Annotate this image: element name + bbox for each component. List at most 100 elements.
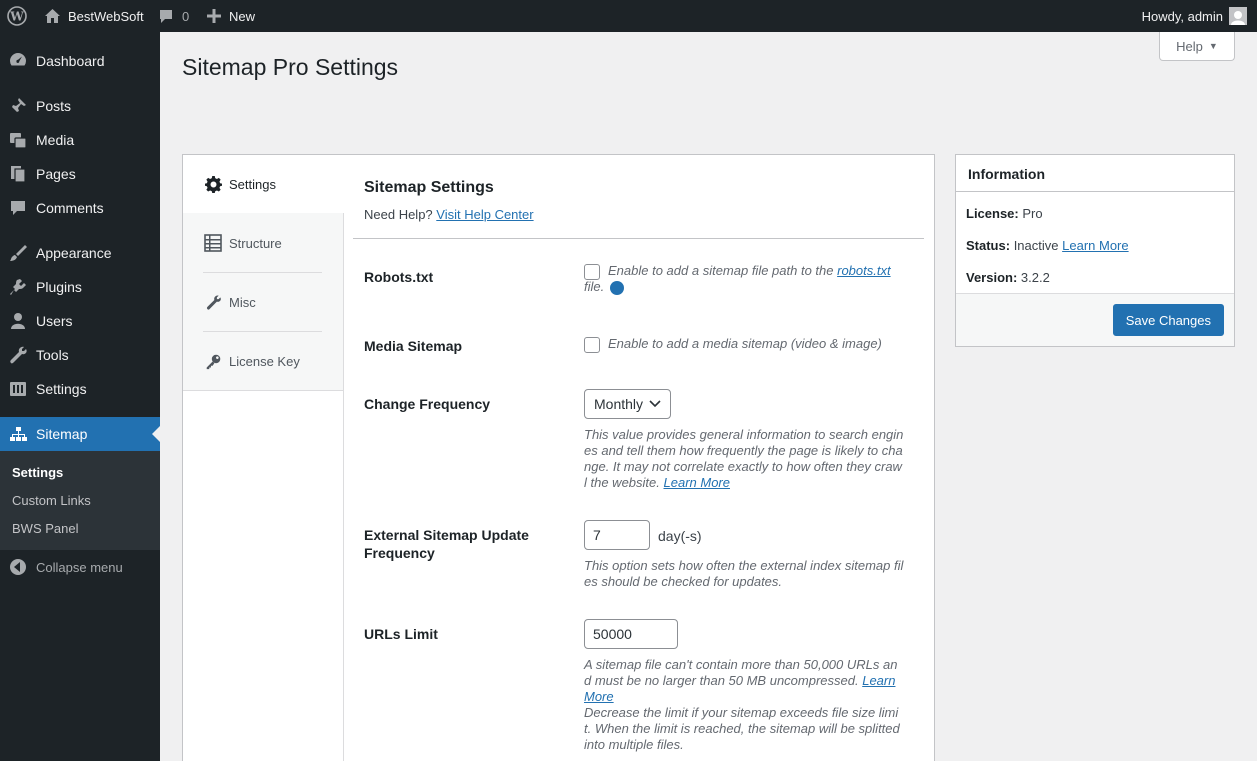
menu-item-settings[interactable]: Settings: [0, 372, 160, 406]
media-sitemap-checkbox[interactable]: [584, 337, 600, 353]
my-account-link[interactable]: Howdy, admin: [1142, 0, 1247, 32]
robots-desc-before: Enable to add a sitemap file path to the: [608, 263, 838, 278]
submenu-item-settings[interactable]: Settings: [12, 465, 63, 480]
urls-limit-label: URLs Limit: [364, 626, 438, 642]
sitemap-icon: [0, 424, 36, 444]
menu-item-tools[interactable]: Tools: [0, 338, 160, 372]
submenu-item-custom-links[interactable]: Custom Links: [12, 493, 91, 508]
menu-label: Tools: [36, 347, 69, 363]
menu-item-posts[interactable]: Posts: [0, 89, 160, 123]
status-learn-more-link[interactable]: Learn More: [1062, 238, 1128, 253]
information-divider: [956, 191, 1234, 192]
change-frequency-select[interactable]: Monthly: [584, 389, 671, 419]
svg-text:W: W: [9, 10, 24, 24]
menu-item-appearance[interactable]: Appearance: [0, 236, 160, 270]
frequency-desc-text: This value provides general information …: [584, 427, 904, 490]
key-icon: [204, 352, 222, 370]
plus-icon: [207, 9, 221, 23]
help-tab-button[interactable]: Help ▼: [1159, 32, 1235, 61]
change-frequency-label: Change Frequency: [364, 396, 491, 412]
page-title: Sitemap Pro Settings: [182, 54, 399, 80]
urls-desc-text-2: Decrease the limit if your sitemap excee…: [584, 705, 900, 752]
plugin-icon: [0, 277, 36, 297]
save-changes-button[interactable]: Save Changes: [1112, 304, 1224, 336]
menu-item-users[interactable]: Users: [0, 304, 160, 338]
caret-down-icon: ▼: [1208, 41, 1218, 51]
wordpress-logo-icon[interactable]: W: [7, 0, 27, 32]
wrench-icon: [204, 293, 222, 311]
collapse-menu-button[interactable]: Collapse menu: [0, 550, 160, 584]
license-value: Pro: [1022, 206, 1043, 221]
frequency-value: Monthly: [594, 396, 644, 412]
help-question-icon[interactable]: ?: [610, 280, 632, 295]
license-line: License: Pro: [966, 206, 1043, 221]
menu-item-pages[interactable]: Pages: [0, 157, 160, 191]
tab-label: License Key: [229, 353, 300, 369]
version-label: Version:: [966, 270, 1018, 285]
settings-icon: [0, 379, 36, 399]
settings-panel: Settings Structure Misc License Key Site…: [182, 154, 935, 761]
tab-structure[interactable]: Structure: [183, 214, 344, 272]
tab-label: Misc: [229, 294, 256, 310]
menu-label: Appearance: [36, 245, 112, 261]
site-name: BestWebSoft: [68, 8, 144, 24]
robots-txt-link[interactable]: robots.txt: [837, 263, 890, 278]
menu-item-dashboard[interactable]: Dashboard: [0, 44, 160, 78]
information-panel: Information License: Pro Status: Inactiv…: [955, 154, 1235, 347]
list-icon: [204, 234, 222, 252]
frequency-learn-more-link[interactable]: Learn More: [664, 475, 730, 490]
section-title: Sitemap Settings: [364, 179, 494, 196]
menu-label: Posts: [36, 98, 72, 114]
urls-limit-description: A sitemap file can't contain more than 5…: [584, 657, 904, 753]
media-sitemap-label: Media Sitemap: [364, 338, 463, 354]
urls-limit-input[interactable]: 50000: [584, 619, 678, 649]
submenu-item-bws-panel[interactable]: BWS Panel: [12, 521, 78, 536]
pages-icon: [0, 164, 36, 184]
menu-label: Settings: [36, 381, 87, 397]
site-name-link[interactable]: BestWebSoft: [44, 0, 144, 32]
home-icon: [44, 8, 61, 24]
new-label: New: [229, 8, 256, 24]
robots-desc-after: file.: [584, 279, 605, 294]
menu-label: Sitemap: [36, 426, 88, 442]
new-content-link[interactable]: New: [207, 0, 255, 32]
comments-link[interactable]: 0: [158, 0, 189, 32]
information-title: Information: [968, 166, 1045, 182]
header-divider: [353, 238, 924, 239]
status-label: Status:: [966, 238, 1011, 253]
collapse-icon: [0, 558, 36, 576]
menu-label: Dashboard: [36, 53, 105, 69]
tab-settings[interactable]: Settings: [183, 155, 344, 213]
pin-icon: [0, 96, 36, 116]
menu-label: Users: [36, 313, 73, 329]
tab-license-key[interactable]: License Key: [183, 332, 344, 390]
media-sitemap-description: Enable to add a media sitemap (video & i…: [608, 336, 882, 351]
chevron-down-icon: [643, 400, 661, 408]
external-update-label: External Sitemap Update Frequency: [364, 527, 529, 561]
avatar: [1229, 7, 1247, 25]
comment-icon: [158, 8, 174, 24]
status-line: Status: Inactive Learn More: [966, 238, 1129, 253]
menu-item-sitemap[interactable]: Sitemap: [0, 417, 160, 451]
robots-label: Robots.txt: [364, 269, 434, 285]
menu-label: Media: [36, 132, 75, 148]
help-center-link[interactable]: Visit Help Center: [436, 207, 533, 222]
version-line: Version: 3.2.2: [966, 270, 1050, 285]
sitemap-submenu: Settings Custom Links BWS Panel: [0, 451, 160, 550]
external-update-input[interactable]: 7: [584, 520, 650, 550]
external-update-description: This option sets how often the external …: [584, 558, 904, 589]
change-frequency-description: This value provides general information …: [584, 427, 904, 491]
tabs-divider-line: [343, 391, 344, 761]
tab-label: Structure: [229, 235, 282, 251]
menu-item-comments[interactable]: Comments: [0, 191, 160, 225]
information-footer: Save Changes: [956, 293, 1234, 346]
menu-item-media[interactable]: Media: [0, 123, 160, 157]
settings-tabs: Settings Structure Misc License Key: [183, 155, 344, 391]
media-icon: [0, 130, 36, 150]
menu-item-plugins[interactable]: Plugins: [0, 270, 160, 304]
gear-icon: [204, 175, 222, 193]
comments-count: 0: [182, 8, 190, 24]
menu-label: Comments: [36, 200, 104, 216]
tab-misc[interactable]: Misc: [183, 273, 344, 331]
urls-desc-text: A sitemap file can't contain more than 5…: [584, 657, 898, 688]
